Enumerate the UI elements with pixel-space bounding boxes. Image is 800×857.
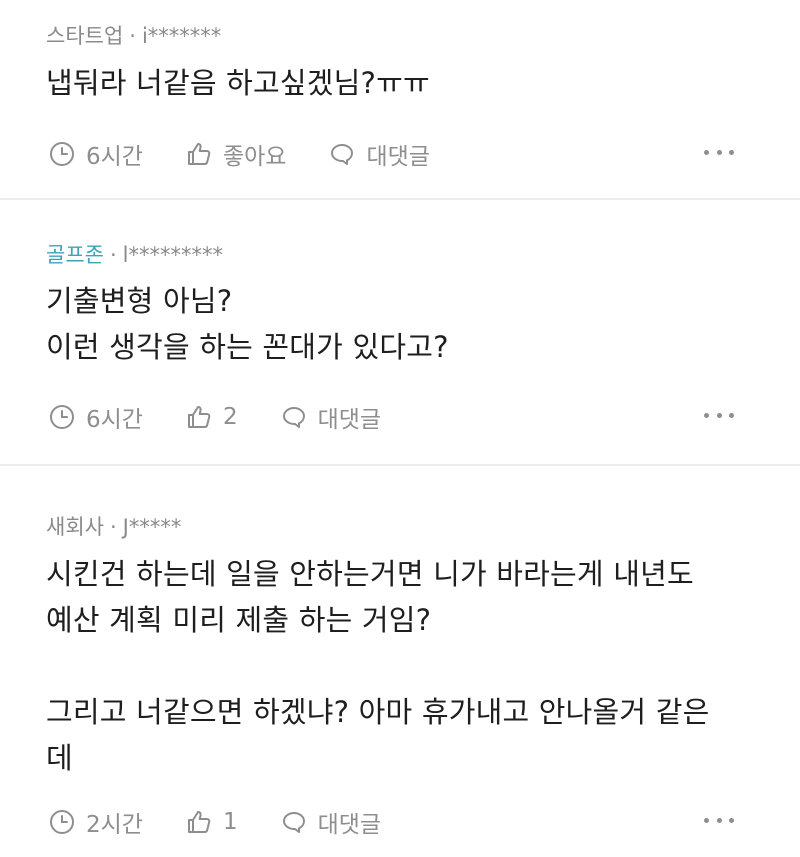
author-company: 새회사 (46, 515, 104, 539)
comment-item: 스타트업 · i******* 냅둬라 너같음 하고싶겠님?ㅠㅠ 6시간 좋아요 대… (0, 0, 800, 198)
like-count: 2 (222, 404, 238, 430)
comment-actions: 6시간 2 대댓글 (48, 400, 760, 434)
clock-icon (50, 142, 74, 166)
timestamp: 6시간 (48, 400, 143, 434)
timestamp-text: 6시간 (86, 144, 143, 170)
reply-label: 대댓글 (366, 144, 430, 170)
comment-meta: 새회사 · J***** (46, 517, 181, 538)
like-button[interactable]: 2 (185, 403, 238, 431)
speech-bubble-icon (282, 407, 305, 428)
comment-item: 새회사 · J***** 시킨건 하는데 일을 안하는거면 니가 바라는게 내년도 … (0, 466, 800, 857)
reply-label: 대댓글 (317, 407, 382, 433)
meta-separator: · (109, 243, 117, 267)
clock-icon (50, 405, 74, 429)
more-options-button[interactable] (704, 818, 734, 826)
reply-button[interactable]: 대댓글 (280, 400, 381, 434)
reply-button[interactable]: 대댓글 (280, 805, 381, 839)
comment-body: 시킨건 하는데 일을 안하는거면 니가 바라는게 내년도 예산 계획 미리 제출… (46, 551, 760, 781)
comment-line: 그리고 너같으면 하겠냐? 아마 휴가내고 안나올거 같은 (46, 695, 710, 729)
like-button[interactable]: 좋아요 (185, 137, 286, 171)
thumbs-up-icon (187, 143, 211, 165)
comment-line: 기출변형 아님? (46, 284, 233, 318)
timestamp: 2시간 (48, 805, 143, 839)
more-options-button[interactable] (704, 150, 734, 158)
timestamp-text: 2시간 (86, 812, 143, 838)
comment-body: 냅둬라 너같음 하고싶겠님?ㅠㅠ (46, 60, 760, 106)
reply-button[interactable]: 대댓글 (328, 137, 430, 171)
comment-item: 골프존 · l********* 기출변형 아님? 이런 생각을 하는 꼰대가 있다… (0, 200, 800, 464)
comment-line: 시킨건 하는데 일을 안하는거면 니가 바라는게 내년도 (46, 557, 694, 591)
author-name: l********* (122, 243, 223, 267)
author-name: J***** (122, 515, 182, 539)
reply-label: 대댓글 (317, 812, 382, 838)
comment-meta: 골프존 · l********* (46, 245, 223, 266)
comment-body: 기출변형 아님? 이런 생각을 하는 꼰대가 있다고? (46, 278, 760, 370)
comment-line: 냅둬라 너같음 하고싶겠님?ㅠㅠ (46, 66, 430, 100)
like-button[interactable]: 1 (185, 808, 238, 836)
clock-icon (50, 810, 74, 834)
timestamp: 6시간 (48, 137, 143, 171)
author-company-link[interactable]: 골프존 (46, 243, 104, 267)
comment-line: 이런 생각을 하는 꼰대가 있다고? (46, 330, 449, 364)
comment-meta: 스타트업 · i******* (46, 26, 221, 47)
more-horizontal-icon (704, 150, 709, 155)
like-count: 1 (222, 809, 238, 835)
speech-bubble-icon (282, 812, 305, 833)
comment-line (46, 643, 760, 689)
more-horizontal-icon (704, 818, 709, 823)
more-options-button[interactable] (704, 413, 734, 421)
comment-actions: 6시간 좋아요 대댓글 (48, 137, 760, 171)
author-name: i******* (141, 24, 222, 48)
thumbs-up-icon (187, 811, 211, 833)
comment-line: 데 (46, 741, 73, 775)
comment-actions: 2시간 1 대댓글 (48, 805, 760, 839)
meta-separator: · (109, 515, 117, 539)
meta-separator: · (129, 24, 136, 48)
author-company: 스타트업 (46, 24, 124, 48)
thumbs-up-icon (187, 406, 211, 428)
timestamp-text: 6시간 (86, 407, 143, 433)
like-label: 좋아요 (222, 144, 287, 170)
more-horizontal-icon (704, 413, 709, 418)
speech-bubble-icon (331, 144, 354, 165)
comment-line: 예산 계획 미리 제출 하는 거임? (46, 603, 432, 637)
